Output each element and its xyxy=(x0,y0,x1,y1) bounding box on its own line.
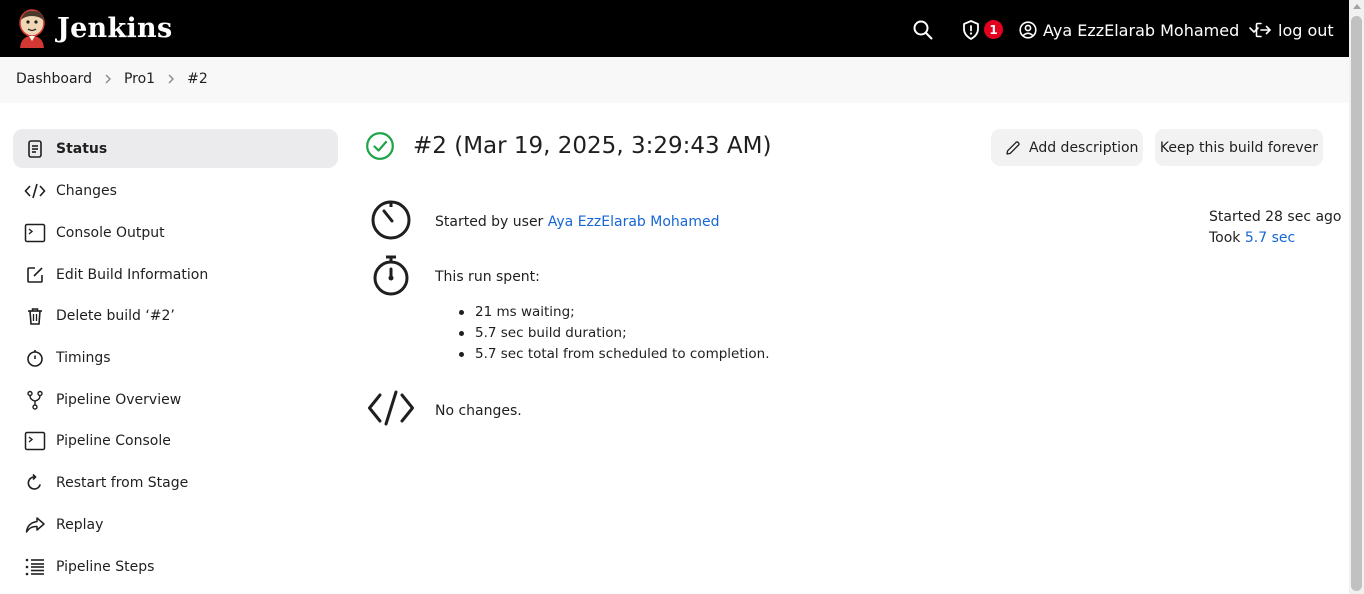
code-icon xyxy=(24,180,46,202)
sidebar-item-pipeline-console[interactable]: Pipeline Console xyxy=(13,421,338,463)
logout-link[interactable]: log out xyxy=(1254,18,1334,42)
sidebar-item-timings[interactable]: Timings xyxy=(13,337,338,379)
restart-icon xyxy=(24,472,46,494)
sidebar-item-console-output[interactable]: Console Output xyxy=(13,212,338,254)
search-icon[interactable] xyxy=(912,19,934,41)
pencil-icon xyxy=(1006,140,1020,155)
sidebar-item-label: Pipeline Console xyxy=(56,433,171,450)
top-header: Jenkins 1 Aya EzzElarab Mohamed log out xyxy=(0,0,1349,57)
sidebar-item-restart-from-stage[interactable]: Restart from Stage xyxy=(13,462,338,504)
run-spent-label: This run spent: xyxy=(435,269,540,285)
sidebar-item-edit-build-information[interactable]: Edit Build Information xyxy=(13,254,338,296)
user-name: Aya EzzElarab Mohamed xyxy=(1043,20,1240,40)
build-title-row: #2 (Mar 19, 2025, 3:29:43 AM) xyxy=(365,131,771,161)
breadcrumb: Dashboard Pro1 #2 xyxy=(16,71,208,87)
document-icon xyxy=(24,138,46,160)
sidebar-item-label: Delete build ‘#2’ xyxy=(56,308,175,325)
security-count-badge: 1 xyxy=(984,20,1003,39)
started-ago-text: Started 28 sec ago xyxy=(1209,209,1342,225)
sidebar-item-replay[interactable]: Replay xyxy=(13,504,338,546)
keep-build-forever-button[interactable]: Keep this build forever xyxy=(1155,129,1323,166)
sidebar-item-label: Replay xyxy=(56,516,104,533)
logout-icon xyxy=(1255,22,1272,38)
sidebar-item-status[interactable]: Status xyxy=(13,129,338,168)
took-duration-link[interactable]: 5.7 sec xyxy=(1245,230,1295,246)
user-menu[interactable]: Aya EzzElarab Mohamed xyxy=(1019,18,1260,42)
timer-icon xyxy=(371,200,411,240)
sidebar-item-label: Console Output xyxy=(56,225,165,242)
trash-icon xyxy=(24,305,46,327)
list-item: 5.7 sec build duration; xyxy=(459,323,770,344)
sidebar-item-pipeline-steps[interactable]: Pipeline Steps xyxy=(13,546,338,588)
run-spent-list: 21 ms waiting; 5.7 sec build duration; 5… xyxy=(459,302,770,365)
list-item: 5.7 sec total from scheduled to completi… xyxy=(459,344,770,365)
edit-icon xyxy=(24,264,46,286)
took-prefix: Took xyxy=(1209,230,1245,246)
keep-build-forever-label: Keep this build forever xyxy=(1159,139,1319,156)
sidebar-item-pipeline-overview[interactable]: Pipeline Overview xyxy=(13,379,338,421)
add-description-button[interactable]: Add description xyxy=(991,129,1143,166)
no-changes-text: No changes. xyxy=(435,403,522,419)
jenkins-logo-icon xyxy=(19,9,45,48)
page-title: #2 (Mar 19, 2025, 3:29:43 AM) xyxy=(413,133,772,159)
stopwatch-icon xyxy=(24,347,46,369)
user-avatar-icon xyxy=(1019,21,1037,39)
took-text: Took 5.7 sec xyxy=(1209,228,1342,249)
scrollbar-thumb[interactable] xyxy=(1351,16,1362,591)
started-by-prefix: Started by user xyxy=(435,214,548,230)
started-by-user-link[interactable]: Aya EzzElarab Mohamed xyxy=(548,214,720,230)
sidebar-item-delete-build[interactable]: Delete build ‘#2’ xyxy=(13,296,338,338)
chevron-right-icon xyxy=(166,73,176,85)
success-check-icon xyxy=(366,132,394,160)
sidebar: Status Changes Console Output Edit Build… xyxy=(13,129,338,587)
build-timing-info: Started 28 sec ago Took 5.7 sec xyxy=(1209,207,1342,249)
sidebar-item-label: Status xyxy=(56,140,108,157)
code-icon xyxy=(368,390,414,426)
sidebar-item-label: Pipeline Steps xyxy=(56,558,155,575)
list-icon xyxy=(24,556,46,578)
app-name: Jenkins xyxy=(57,12,173,44)
breadcrumb-bar: Dashboard Pro1 #2 xyxy=(0,57,1349,103)
branch-icon xyxy=(24,389,46,411)
breadcrumb-build[interactable]: #2 xyxy=(187,71,208,87)
shield-icon xyxy=(963,20,979,40)
sidebar-item-label: Changes xyxy=(56,183,117,200)
sidebar-item-label: Pipeline Overview xyxy=(56,391,182,408)
breadcrumb-project[interactable]: Pro1 xyxy=(124,71,155,87)
sidebar-item-label: Restart from Stage xyxy=(56,475,189,492)
sidebar-item-label: Edit Build Information xyxy=(56,266,209,283)
breadcrumb-dashboard[interactable]: Dashboard xyxy=(16,71,92,87)
replay-icon xyxy=(24,514,46,536)
security-alerts-button[interactable]: 1 xyxy=(960,18,1006,42)
stopwatch-icon xyxy=(373,255,409,296)
logout-label: log out xyxy=(1278,20,1334,40)
jenkins-home-link[interactable]: Jenkins xyxy=(16,8,172,48)
terminal-icon xyxy=(24,222,46,244)
add-description-label: Add description xyxy=(1029,139,1139,156)
sidebar-item-label: Timings xyxy=(56,350,111,367)
scroll-up-arrow-icon[interactable] xyxy=(1353,4,1361,9)
terminal-icon xyxy=(24,430,46,452)
sidebar-item-changes[interactable]: Changes xyxy=(13,171,338,213)
started-by-text: Started by user Aya EzzElarab Mohamed xyxy=(435,214,719,230)
list-item: 21 ms waiting; xyxy=(459,302,770,323)
chevron-right-icon xyxy=(103,73,113,85)
vertical-scrollbar[interactable] xyxy=(1349,0,1364,594)
